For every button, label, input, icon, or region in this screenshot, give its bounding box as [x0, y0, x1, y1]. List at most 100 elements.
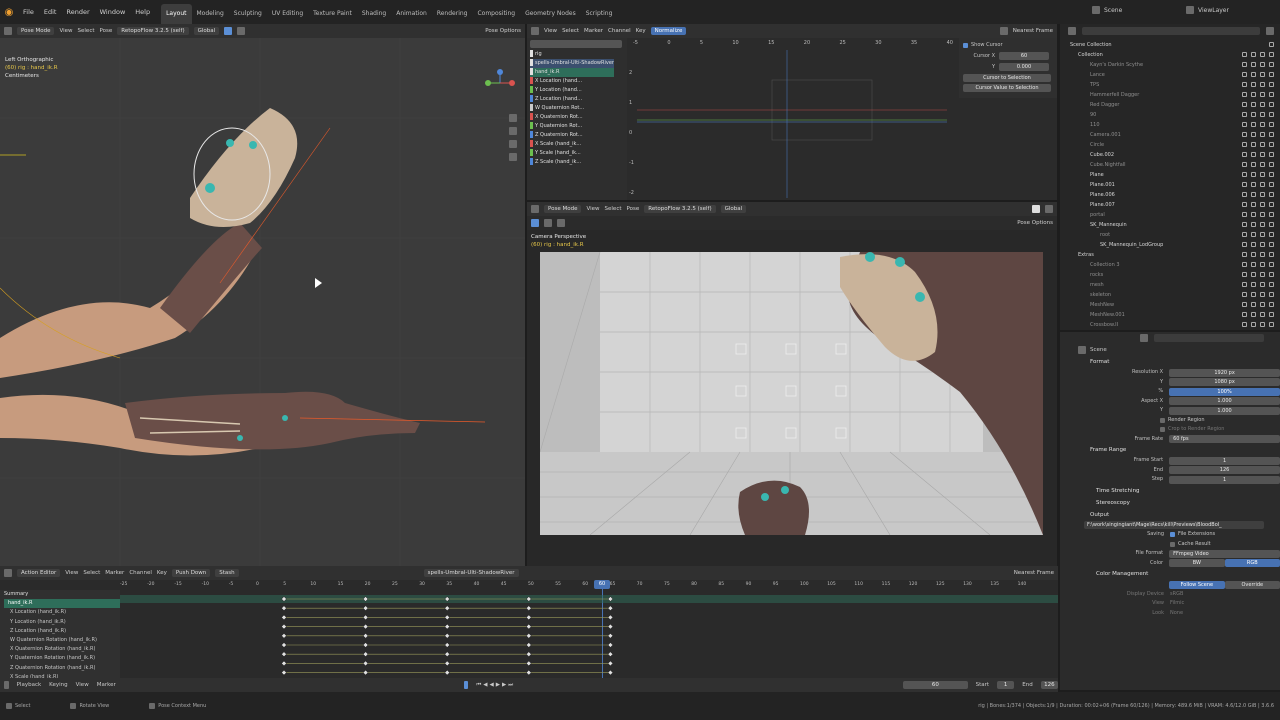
color-management-panel[interactable]: Color Management: [1074, 568, 1280, 580]
keyframe[interactable]: [526, 633, 532, 639]
tab-geometry-nodes[interactable]: Geometry Nodes: [520, 4, 581, 24]
graph-channel[interactable]: Y Scale (hand_ik...: [530, 149, 614, 158]
outliner-item[interactable]: Cube.002: [1070, 150, 1278, 160]
outliner-item[interactable]: Lance: [1070, 70, 1278, 80]
end-frame-field[interactable]: 126: [1040, 681, 1059, 689]
camera-viewport[interactable]: Camera Perspective (60) rig : hand_ik.R: [527, 230, 1057, 566]
aspect-x-field[interactable]: 1.000: [1169, 397, 1280, 406]
action-selector[interactable]: spells-Umbral-Ulti-ShadowRiver: [423, 569, 519, 577]
graph-channel[interactable]: X Scale (hand_ik...: [530, 140, 614, 149]
properties-search-input[interactable]: [1154, 334, 1264, 342]
menu-help[interactable]: Help: [130, 0, 155, 24]
box-select-icon[interactable]: [544, 219, 552, 227]
cursor-y-field[interactable]: 0.000: [999, 63, 1049, 71]
menu-window[interactable]: Window: [95, 0, 131, 24]
outliner-item[interactable]: Cube.Nightfall: [1070, 160, 1278, 170]
keyframe[interactable]: [281, 623, 287, 630]
outliner-item[interactable]: Plane: [1070, 170, 1278, 180]
cursor-to-selection-button[interactable]: Cursor to Selection: [963, 74, 1051, 82]
timeline-menu-playback[interactable]: Playback: [17, 682, 42, 688]
keyframe[interactable]: [281, 605, 287, 611]
dopesheet-type-icon[interactable]: [4, 569, 12, 577]
graph-editor[interactable]: rig spells-Umbral-Ulti-ShadowRiver hand_…: [527, 38, 1057, 200]
keyframe[interactable]: [526, 651, 532, 657]
view-layer-selector[interactable]: ViewLayer: [1186, 6, 1268, 14]
outliner-item[interactable]: Crossbow.II: [1070, 320, 1278, 330]
action-interp-dropdown[interactable]: Nearest Frame: [1014, 570, 1054, 576]
camera-mode-dropdown[interactable]: Pose Mode: [544, 205, 582, 213]
keyframe[interactable]: [444, 623, 450, 630]
editor-type-icon[interactable]: [4, 27, 12, 35]
outliner-type-icon[interactable]: [1068, 27, 1076, 35]
keyframe[interactable]: [362, 614, 369, 621]
camera-pose-options-button[interactable]: Pose Options: [1017, 220, 1053, 226]
resolution-percent-field[interactable]: 100%: [1169, 387, 1280, 396]
outliner-item[interactable]: TPS: [1070, 80, 1278, 90]
action-menu-select[interactable]: Select: [83, 570, 100, 576]
camera-editor-type-icon[interactable]: [531, 205, 539, 213]
timeline-type-icon[interactable]: [4, 681, 9, 689]
keyframe[interactable]: [362, 605, 369, 611]
filter-icon[interactable]: [999, 27, 1008, 35]
outliner-item[interactable]: Plane.007: [1070, 200, 1278, 210]
outliner-item[interactable]: MeshNew.001: [1070, 310, 1278, 320]
outliner-item[interactable]: Red Dagger: [1070, 100, 1278, 110]
keyframe[interactable]: [526, 623, 532, 630]
solid-shading-icon[interactable]: [1032, 205, 1040, 213]
keyframe[interactable]: [607, 614, 614, 621]
timeline-menu-keying[interactable]: Keying: [49, 682, 67, 688]
keyframe[interactable]: [607, 669, 614, 676]
action-channel[interactable]: Y Quaternion Rotation (hand_ik.R): [4, 654, 120, 663]
graph-channel[interactable]: Y Location (hand...: [530, 86, 614, 95]
keyframe[interactable]: [607, 660, 614, 667]
timeline-menu-view[interactable]: View: [76, 682, 89, 688]
show-cursor-toggle[interactable]: Show Cursor: [963, 42, 1053, 48]
outliner-item[interactable]: Hammerfell Dagger: [1070, 90, 1278, 100]
action-menu-key[interactable]: Key: [157, 570, 167, 576]
playback-controls[interactable]: ⏮◀◀▶▶⏭: [476, 682, 515, 689]
file-format-dropdown[interactable]: FFmpeg Video: [1169, 549, 1280, 558]
graph-channel[interactable]: Z Quaternion Rot...: [530, 131, 614, 140]
graph-menu-view[interactable]: View: [544, 28, 557, 34]
graph-channel[interactable]: Y Quaternion Rot...: [530, 122, 614, 131]
menu-edit[interactable]: Edit: [39, 0, 62, 24]
keyframe[interactable]: [362, 642, 369, 648]
frame-start-field[interactable]: 1: [1169, 456, 1280, 465]
keyframe[interactable]: [607, 623, 614, 630]
frame-rate-dropdown[interactable]: 60 fps: [1169, 435, 1280, 444]
outliner-item[interactable]: root: [1070, 230, 1278, 240]
push-down-button[interactable]: Push Down: [171, 569, 211, 577]
action-channel[interactable]: Z Quaternion Rotation (hand_ik.R): [4, 664, 120, 673]
outliner-item[interactable]: rocks: [1070, 270, 1278, 280]
aspect-y-field[interactable]: 1.000: [1169, 406, 1280, 415]
keyframe[interactable]: [444, 642, 450, 648]
tab-compositing[interactable]: Compositing: [472, 4, 520, 24]
action-channel[interactable]: Summary: [4, 590, 120, 599]
outliner-item[interactable]: Extras: [1070, 250, 1278, 260]
keyframe[interactable]: [281, 633, 287, 639]
tab-animation[interactable]: Animation: [391, 4, 432, 24]
outliner-item[interactable]: Plane.001: [1070, 180, 1278, 190]
properties-search-icon[interactable]: [1140, 334, 1148, 342]
keyframe[interactable]: [526, 605, 532, 611]
viewport-left[interactable]: Left Orthographic (60) rig : hand_ik.R C…: [0, 38, 525, 566]
action-channel[interactable]: X Location (hand_ik.R): [4, 608, 120, 617]
graph-menu-channel[interactable]: Channel: [608, 28, 631, 34]
outliner-item[interactable]: Circle: [1070, 140, 1278, 150]
tab-rendering[interactable]: Rendering: [432, 4, 473, 24]
select-tool-icon[interactable]: [531, 219, 539, 227]
transform-icon[interactable]: [557, 219, 565, 227]
action-channel[interactable]: X Quaternion Rotation (hand_ik.R): [4, 645, 120, 654]
keyframe[interactable]: [281, 669, 287, 676]
keyframe[interactable]: [281, 651, 287, 657]
graph-menu-select[interactable]: Select: [562, 28, 579, 34]
keyframe[interactable]: [444, 633, 450, 639]
tab-layout[interactable]: Layout: [161, 4, 192, 24]
keyframe[interactable]: [526, 660, 532, 667]
tab-modeling[interactable]: Modeling: [192, 4, 229, 24]
camera-orientation-dropdown[interactable]: Global: [720, 205, 747, 213]
keyframe[interactable]: [362, 623, 369, 630]
graph-interp-dropdown[interactable]: Nearest Frame: [1013, 28, 1053, 34]
cursor-value-to-selection-button[interactable]: Cursor Value to Selection: [963, 84, 1051, 92]
keyframe[interactable]: [444, 614, 450, 621]
